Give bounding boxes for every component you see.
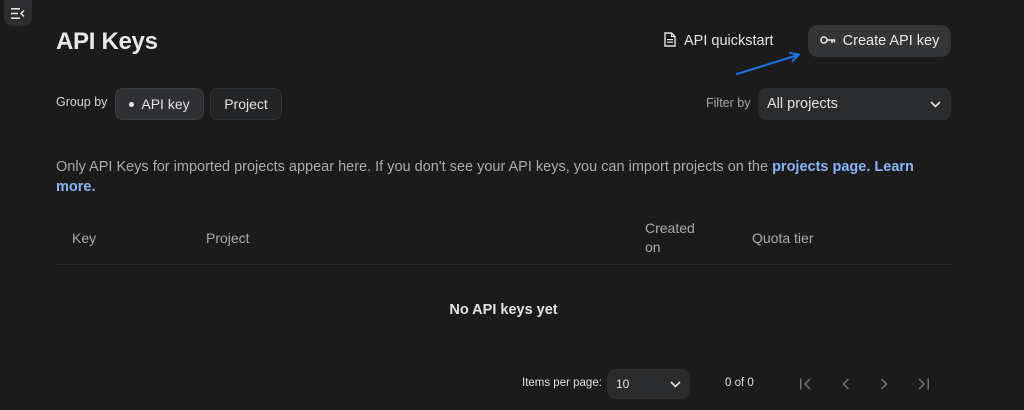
items-per-page-select[interactable]: 10 <box>607 369 690 399</box>
group-by-label: Group by <box>56 95 108 109</box>
api-quickstart-link[interactable]: API quickstart <box>664 30 773 52</box>
filter-by-label: Filter by <box>706 96 751 110</box>
info-message: Only API Keys for imported projects appe… <box>56 159 773 175</box>
page-title: API Keys <box>56 28 158 55</box>
items-per-page-label: Items per page: <box>522 377 602 389</box>
group-option-label: Project <box>224 96 268 112</box>
pagination-range: 0 of 0 <box>725 377 754 389</box>
items-per-page-value: 10 <box>616 377 630 391</box>
column-header-project: Project <box>206 230 250 246</box>
column-header-created-on: Created on <box>645 220 695 255</box>
create-api-key-button[interactable]: Create API key <box>808 25 951 57</box>
chevron-right-icon[interactable] <box>874 374 894 394</box>
project-filter-select[interactable]: All projects <box>758 88 951 120</box>
group-option-label: API key <box>141 96 190 112</box>
table-header-divider <box>56 264 951 265</box>
chevron-down-icon <box>670 377 681 391</box>
first-page-icon[interactable] <box>796 374 816 394</box>
api-keys-page: API Keys API quickstart Create API key G… <box>0 0 1024 410</box>
column-header-quota-tier: Quota tier <box>752 230 814 246</box>
empty-state-message: No API keys yet <box>449 302 558 318</box>
api-quickstart-label: API quickstart <box>684 33 774 49</box>
create-api-key-label: Create API key <box>842 33 940 49</box>
group-by-project-chip[interactable]: Project <box>210 88 282 120</box>
import-info-text: Only API Keys for imported projects appe… <box>56 157 946 197</box>
chevron-left-icon[interactable] <box>836 374 856 394</box>
selected-dot-icon <box>129 101 135 107</box>
last-page-icon[interactable] <box>913 374 933 394</box>
document-icon <box>664 31 676 51</box>
menu-collapse-icon[interactable] <box>4 0 32 26</box>
annotation-arrow-icon <box>736 52 800 75</box>
group-by-api-key-chip[interactable]: API key <box>115 88 204 120</box>
chevron-down-icon <box>930 96 941 112</box>
key-icon <box>819 33 836 49</box>
filter-value: All projects <box>767 96 838 112</box>
column-header-key: Key <box>72 230 97 246</box>
